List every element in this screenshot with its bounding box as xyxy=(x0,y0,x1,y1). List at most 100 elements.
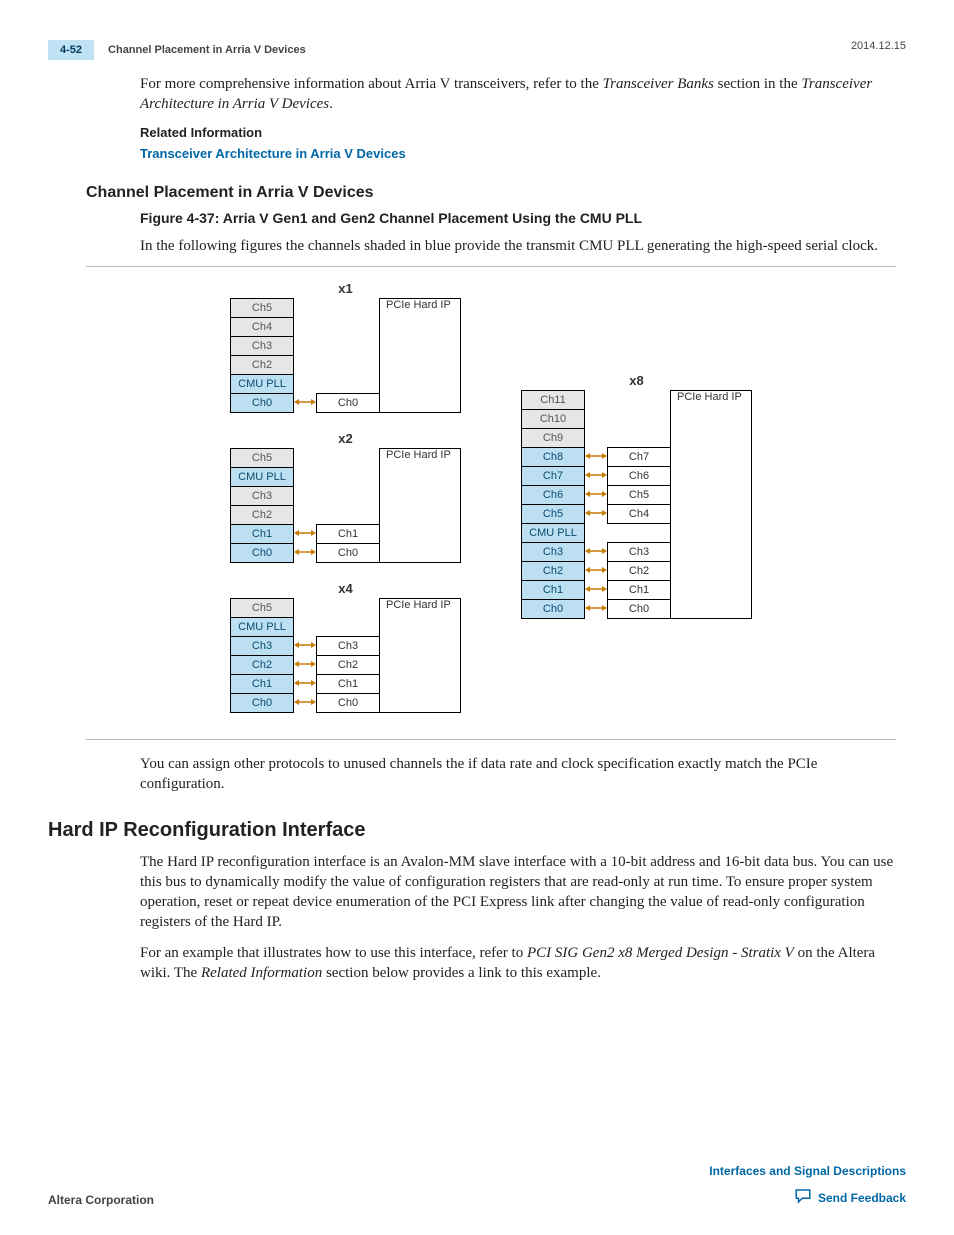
mapped-channel-cell: Ch4 xyxy=(608,505,671,524)
channel-cell: CMU PLL xyxy=(231,468,294,487)
mapped-channel-cell: Ch3 xyxy=(317,637,380,656)
figure-caption: Figure 4-37: Arria V Gen1 and Gen2 Chann… xyxy=(140,210,896,226)
channel-cell: Ch3 xyxy=(231,637,294,656)
bidirectional-arrow-icon xyxy=(585,469,607,481)
arrow-cell xyxy=(294,618,317,637)
pcie-hard-ip-cell: PCIe Hard IP xyxy=(380,299,461,413)
mapped-channel-cell: Ch1 xyxy=(317,525,380,544)
arrow-cell xyxy=(294,337,317,356)
bidirectional-arrow-icon xyxy=(294,658,316,670)
arrow-cell xyxy=(294,318,317,337)
mapped-channel-cell xyxy=(317,356,380,375)
after-figure-text: You can assign other protocols to unused… xyxy=(140,754,896,795)
diagram-table: Ch5PCIe Hard IPCh4Ch3Ch2CMU PLLCh0Ch0 xyxy=(230,298,461,413)
bidirectional-arrow-icon xyxy=(294,546,316,558)
channel-cell: Ch2 xyxy=(522,562,585,581)
channel-placement-diagram: x1Ch5PCIe Hard IPCh4Ch3Ch2CMU PLLCh0Ch0 … xyxy=(86,281,896,731)
pcie-hard-ip-cell: PCIe Hard IP xyxy=(380,599,461,713)
arrow-cell xyxy=(294,525,317,544)
mapped-channel-cell: Ch1 xyxy=(317,675,380,694)
arrow-cell xyxy=(585,410,608,429)
related-info-heading: Related Information xyxy=(140,125,896,140)
bidirectional-arrow-icon xyxy=(585,488,607,500)
arrow-cell xyxy=(294,694,317,713)
channel-cell: Ch1 xyxy=(522,581,585,600)
channel-cell: Ch3 xyxy=(231,337,294,356)
diagram-block-title: x1 xyxy=(230,281,461,296)
arrow-cell xyxy=(294,449,317,468)
text-italic: PCI SIG Gen2 x8 Merged Design - Stratix … xyxy=(527,945,794,961)
hard-ip-paragraph-1: The Hard IP reconfiguration interface is… xyxy=(140,852,896,933)
arrow-cell xyxy=(585,505,608,524)
arrow-cell xyxy=(294,544,317,563)
channel-cell: Ch11 xyxy=(522,391,585,410)
bidirectional-arrow-icon xyxy=(585,583,607,595)
text: section below provides a link to this ex… xyxy=(322,965,601,981)
bidirectional-arrow-icon xyxy=(294,527,316,539)
mapped-channel-cell: Ch2 xyxy=(317,656,380,675)
page-footer: Altera Corporation Interfaces and Signal… xyxy=(48,1164,906,1207)
channel-cell: Ch8 xyxy=(522,448,585,467)
bidirectional-arrow-icon xyxy=(585,545,607,557)
channel-cell: CMU PLL xyxy=(231,618,294,637)
mapped-channel-cell: Ch2 xyxy=(608,562,671,581)
text: For an example that illustrates how to u… xyxy=(140,945,527,961)
arrow-cell xyxy=(294,599,317,618)
mapped-channel-cell: Ch1 xyxy=(608,581,671,600)
bidirectional-arrow-icon xyxy=(585,450,607,462)
running-head: Channel Placement in Arria V Devices xyxy=(108,44,306,56)
arrow-cell xyxy=(294,506,317,525)
mapped-channel-cell: Ch0 xyxy=(317,394,380,413)
channel-cell: Ch0 xyxy=(231,394,294,413)
mapped-channel-cell xyxy=(608,524,671,543)
channel-cell: Ch1 xyxy=(231,675,294,694)
pcie-hard-ip-cell: PCIe Hard IP xyxy=(380,449,461,563)
hard-ip-paragraph-2: For an example that illustrates how to u… xyxy=(140,943,896,984)
arrow-cell xyxy=(585,524,608,543)
mapped-channel-cell: Ch7 xyxy=(608,448,671,467)
mapped-channel-cell xyxy=(608,410,671,429)
arrow-cell xyxy=(585,543,608,562)
bidirectional-arrow-icon xyxy=(585,602,607,614)
send-feedback-button[interactable]: Send Feedback xyxy=(794,1188,906,1207)
diagram-table: Ch5PCIe Hard IPCMU PLLCh3Ch2Ch1Ch1Ch0Ch0 xyxy=(230,448,461,563)
figure-lead-text: In the following figures the channels sh… xyxy=(140,236,896,256)
channel-cell: Ch0 xyxy=(231,694,294,713)
arrow-cell xyxy=(294,656,317,675)
mapped-channel-cell xyxy=(317,468,380,487)
channel-cell: Ch3 xyxy=(231,487,294,506)
horizontal-rule xyxy=(86,266,896,267)
section-heading-hard-ip: Hard IP Reconfiguration Interface xyxy=(48,819,896,842)
channel-cell: Ch5 xyxy=(231,299,294,318)
mapped-channel-cell xyxy=(317,506,380,525)
diagram-table: Ch5PCIe Hard IPCMU PLLCh3Ch3Ch2Ch2Ch1Ch1… xyxy=(230,598,461,713)
diagram-table: Ch11PCIe Hard IPCh10Ch9Ch8Ch7Ch7Ch6Ch6Ch… xyxy=(521,390,752,619)
mapped-channel-cell: Ch0 xyxy=(317,694,380,713)
channel-cell: Ch0 xyxy=(231,544,294,563)
mapped-channel-cell: Ch5 xyxy=(608,486,671,505)
mapped-channel-cell xyxy=(317,487,380,506)
pcie-hard-ip-cell: PCIe Hard IP xyxy=(671,391,752,619)
mapped-channel-cell xyxy=(317,318,380,337)
arrow-cell xyxy=(585,391,608,410)
channel-cell: Ch6 xyxy=(522,486,585,505)
arrow-cell xyxy=(294,637,317,656)
channel-cell: Ch2 xyxy=(231,506,294,525)
mapped-channel-cell: Ch0 xyxy=(317,544,380,563)
speech-bubble-icon xyxy=(794,1188,812,1207)
channel-cell: Ch9 xyxy=(522,429,585,448)
footer-doc-link[interactable]: Interfaces and Signal Descriptions xyxy=(709,1164,906,1178)
diagram-block-title: x4 xyxy=(230,581,461,596)
arrow-cell xyxy=(294,675,317,694)
related-info-link[interactable]: Transceiver Architecture in Arria V Devi… xyxy=(140,146,406,161)
arrow-cell xyxy=(585,448,608,467)
arrow-cell xyxy=(294,375,317,394)
mapped-channel-cell xyxy=(317,299,380,318)
arrow-cell xyxy=(294,487,317,506)
mapped-channel-cell xyxy=(317,337,380,356)
bidirectional-arrow-icon xyxy=(294,639,316,651)
arrow-cell xyxy=(585,486,608,505)
page-number-badge: 4-52 xyxy=(48,40,94,60)
arrow-cell xyxy=(294,468,317,487)
channel-cell: Ch5 xyxy=(231,599,294,618)
